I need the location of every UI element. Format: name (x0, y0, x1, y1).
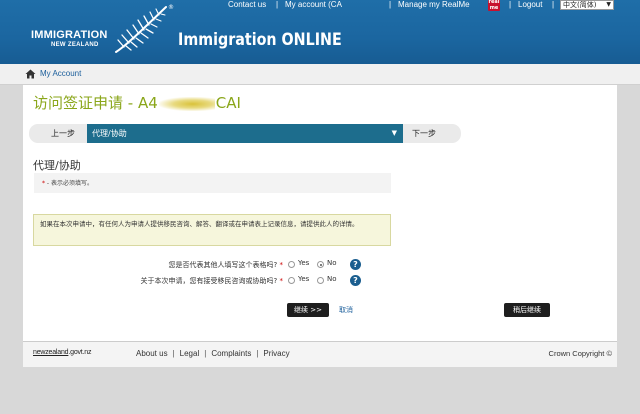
question-label: 关于本次申请，您有接受移民咨询或协助吗? * (140, 277, 283, 285)
registered-mark: ® (168, 4, 174, 11)
contact-us-link[interactable]: Contact us (228, 0, 266, 10)
radio-no-label: No (327, 259, 337, 267)
help-icon[interactable]: ? (350, 259, 361, 270)
previous-step-button[interactable]: 上一步 (51, 124, 75, 143)
language-select-value: 中文(简体) (563, 1, 597, 9)
site-footer: newzealand.govt.nz About us | Legal | Compla… (23, 341, 617, 367)
chevron-down-icon: ▼ (606, 1, 611, 8)
top-link-separator: | (509, 0, 512, 9)
language-select[interactable]: 中文(简体) ▼ (560, 0, 614, 10)
application-panel: 访问签证申请 - A4 CAI 上一步 代理/协助 ▼ 下一步 代理/协助 * -… (23, 85, 617, 341)
my-account-top-link[interactable]: My account (CA (285, 0, 342, 10)
logout-link[interactable]: Logout (518, 0, 542, 10)
save-and-continue-later-button[interactable]: 稍后继续 (504, 303, 550, 317)
site-header: IMMIGRATION NEW ZEALAND ® Immigration ON… (0, 0, 640, 64)
top-link-separator: | (552, 0, 555, 9)
privacy-link[interactable]: Privacy (263, 349, 289, 358)
step-select-value: 代理/协助 (92, 129, 127, 138)
continue-button[interactable]: 继续 >> (287, 303, 329, 317)
info-box: 如果在本次申请中，有任何人为申请人提供移民咨询、解答、翻译或在申请表上记录信息，… (33, 214, 391, 246)
radio-yes[interactable] (288, 277, 295, 284)
radio-yes-label: Yes (298, 259, 310, 267)
my-account-link[interactable]: My Account (40, 69, 81, 78)
section-title: 代理/协助 (33, 159, 81, 172)
question-row: 关于本次申请，您有接受移民咨询或协助吗? * (23, 275, 283, 287)
required-note-text: - 表示必须填写。 (45, 180, 93, 187)
sub-navigation: My Account (0, 64, 640, 85)
caret-down-icon: ▼ (391, 129, 397, 137)
radio-no-label: No (327, 275, 337, 283)
govt-nz-logo[interactable]: newzealand.govt.nz (33, 349, 91, 356)
page-title-suffix: CAI (215, 94, 241, 112)
step-select[interactable]: 代理/协助 ▼ (87, 124, 403, 143)
footer-separator: | (256, 349, 259, 358)
next-step-button[interactable]: 下一步 (412, 124, 436, 143)
logo-text-new-zealand[interactable]: NEW ZEALAND (51, 42, 99, 48)
complaints-link[interactable]: Complaints (211, 349, 251, 358)
page-title-prefix: 访问签证申请 - A4 (33, 94, 158, 112)
question-label: 您是否代表其他人填写这个表格吗? * (168, 261, 283, 269)
required-note: * - 表示必须填写。 (34, 173, 391, 193)
footer-separator: | (172, 349, 175, 358)
app-title: Immigration ONLINE (178, 30, 342, 50)
top-link-separator: | (389, 0, 392, 9)
radio-no[interactable] (317, 277, 324, 284)
top-link-separator: | (276, 0, 279, 9)
realme-icon[interactable]: real me (488, 0, 500, 11)
footer-separator: | (204, 349, 207, 358)
legal-link[interactable]: Legal (180, 349, 200, 358)
cancel-link[interactable]: 取消 (339, 303, 353, 317)
help-icon[interactable]: ? (350, 275, 361, 286)
redacted-blur (158, 96, 215, 111)
footer-links: About us | Legal | Complaints | Privacy (136, 349, 290, 358)
radio-yes-label: Yes (298, 275, 310, 283)
copyright: Crown Copyright © (548, 349, 612, 358)
about-us-link[interactable]: About us (136, 349, 168, 358)
home-icon[interactable] (25, 69, 36, 79)
step-navigation: 上一步 代理/协助 ▼ 下一步 (29, 124, 461, 143)
logo-text-immigration[interactable]: IMMIGRATION (31, 30, 108, 41)
radio-yes[interactable] (288, 261, 295, 268)
radio-no[interactable] (317, 261, 324, 268)
manage-realme-link[interactable]: Manage my RealMe (398, 0, 470, 10)
silver-fern-icon[interactable] (110, 4, 172, 54)
page-title: 访问签证申请 - A4 CAI (33, 92, 241, 113)
question-row: 您是否代表其他人填写这个表格吗? * (23, 259, 283, 271)
